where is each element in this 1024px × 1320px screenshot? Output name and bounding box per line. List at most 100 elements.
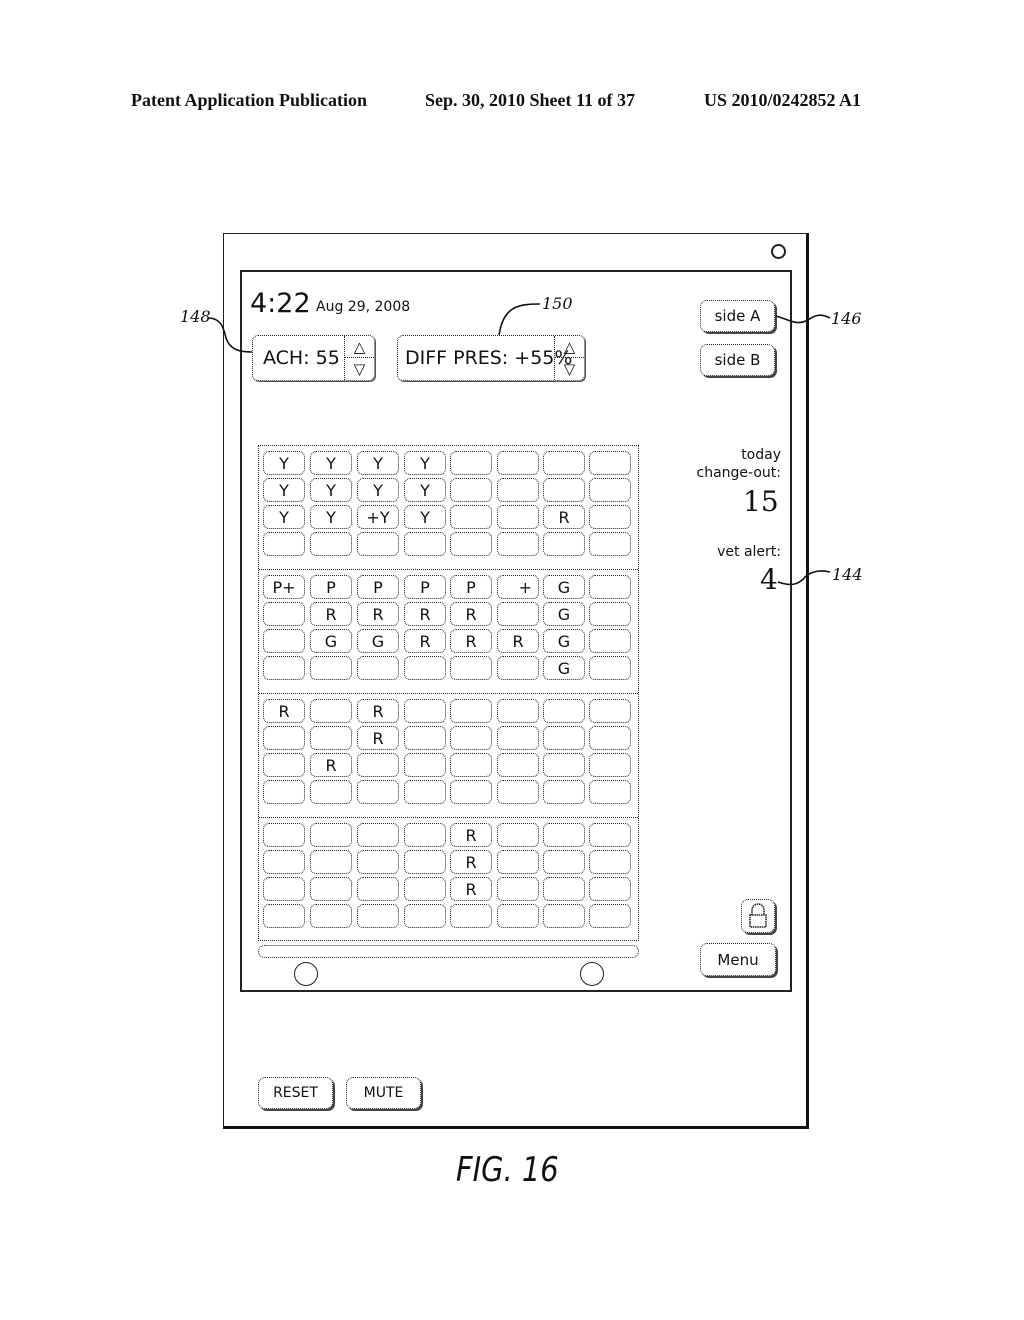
cage-cell[interactable] [357, 753, 399, 777]
cage-cell[interactable]: P [357, 575, 399, 599]
cage-cell[interactable] [263, 904, 305, 928]
cage-cell[interactable] [357, 850, 399, 874]
cage-cell[interactable] [497, 699, 539, 723]
cage-cell[interactable]: R [404, 629, 446, 653]
cage-cell[interactable]: +Y [357, 505, 399, 529]
cage-cell[interactable] [404, 656, 446, 680]
diff-pres-spinner[interactable]: DIFF PRES: +55% △ ▽ [397, 335, 585, 381]
cage-cell[interactable]: R [450, 850, 492, 874]
cage-cell[interactable] [589, 753, 631, 777]
cage-cell[interactable] [450, 699, 492, 723]
cage-cell[interactable] [543, 850, 585, 874]
cage-cell[interactable] [497, 451, 539, 475]
ach-spinner[interactable]: ACH: 55 △ ▽ [252, 335, 375, 381]
side-b-button[interactable]: side B [700, 344, 775, 376]
cage-cell[interactable] [589, 629, 631, 653]
cage-cell[interactable] [310, 780, 352, 804]
cage-cell[interactable] [263, 629, 305, 653]
cage-cell[interactable] [589, 699, 631, 723]
cage-cell[interactable] [357, 532, 399, 556]
cage-cell[interactable]: Y [404, 451, 446, 475]
cage-cell[interactable]: R [450, 823, 492, 847]
cage-cell[interactable] [310, 532, 352, 556]
menu-button[interactable]: Menu [700, 943, 776, 976]
cage-cell[interactable] [357, 780, 399, 804]
cage-cell[interactable] [589, 877, 631, 901]
cage-cell[interactable]: Y [310, 478, 352, 502]
cage-cell[interactable] [263, 780, 305, 804]
cage-cell[interactable] [404, 780, 446, 804]
cage-cell[interactable] [404, 753, 446, 777]
cage-cell[interactable] [589, 726, 631, 750]
cage-cell[interactable] [263, 656, 305, 680]
mute-button[interactable]: MUTE [346, 1077, 421, 1109]
cage-cell[interactable] [450, 505, 492, 529]
cage-cell[interactable]: R [543, 505, 585, 529]
cage-cell[interactable] [263, 823, 305, 847]
cage-cell[interactable]: G [543, 575, 585, 599]
cage-cell[interactable] [450, 656, 492, 680]
cage-cell[interactable] [450, 478, 492, 502]
cage-cell[interactable]: G [543, 602, 585, 626]
cage-cell[interactable] [404, 699, 446, 723]
vet-alert-count[interactable]: 4 [760, 563, 778, 596]
cage-cell[interactable] [497, 602, 539, 626]
cage-cell[interactable] [543, 699, 585, 723]
cage-cell[interactable]: P [310, 575, 352, 599]
cage-cell[interactable] [589, 451, 631, 475]
cage-cell[interactable] [589, 505, 631, 529]
cage-cell[interactable] [310, 904, 352, 928]
cage-cell[interactable] [404, 823, 446, 847]
cage-cell[interactable] [543, 753, 585, 777]
cage-cell[interactable] [404, 850, 446, 874]
cage-cell[interactable]: Y [310, 451, 352, 475]
cage-cell[interactable] [543, 823, 585, 847]
cage-cell[interactable] [357, 656, 399, 680]
cage-cell[interactable]: R [450, 877, 492, 901]
cage-cell[interactable] [589, 780, 631, 804]
cage-cell[interactable] [543, 780, 585, 804]
cage-cell[interactable] [404, 726, 446, 750]
cage-cell[interactable]: R [357, 602, 399, 626]
cage-cell[interactable]: Y [263, 478, 305, 502]
cage-cell[interactable] [543, 904, 585, 928]
cage-cell[interactable] [263, 726, 305, 750]
cage-cell[interactable]: R [357, 726, 399, 750]
cage-cell[interactable] [263, 753, 305, 777]
lock-button[interactable] [741, 899, 775, 933]
cage-cell[interactable]: R [404, 602, 446, 626]
cage-cell[interactable] [357, 823, 399, 847]
cage-cell[interactable] [589, 478, 631, 502]
cage-cell[interactable] [497, 505, 539, 529]
cage-cell[interactable] [497, 753, 539, 777]
cage-cell[interactable]: R [450, 629, 492, 653]
cage-cell[interactable] [263, 532, 305, 556]
cage-cell[interactable] [404, 532, 446, 556]
cage-cell[interactable] [497, 904, 539, 928]
ach-up-arrow-icon[interactable]: △ [345, 336, 374, 358]
cage-cell[interactable] [589, 823, 631, 847]
cage-cell[interactable] [357, 877, 399, 901]
cage-cell[interactable]: + [497, 575, 539, 599]
cage-cell[interactable] [450, 780, 492, 804]
cage-cell[interactable] [450, 451, 492, 475]
cage-cell[interactable]: G [543, 656, 585, 680]
diff-pres-down-arrow-icon[interactable]: ▽ [555, 358, 584, 380]
cage-cell[interactable] [450, 753, 492, 777]
cage-cell[interactable] [450, 726, 492, 750]
cage-cell[interactable] [497, 726, 539, 750]
cage-cell[interactable] [450, 904, 492, 928]
cage-cell[interactable] [589, 575, 631, 599]
cage-cell[interactable] [497, 656, 539, 680]
cage-cell[interactable] [404, 877, 446, 901]
cage-cell[interactable]: R [357, 699, 399, 723]
cage-cell[interactable] [589, 904, 631, 928]
cage-cell[interactable] [543, 726, 585, 750]
cage-cell[interactable] [357, 904, 399, 928]
cage-cell[interactable] [497, 850, 539, 874]
cage-cell[interactable]: R [263, 699, 305, 723]
cage-cell[interactable] [450, 532, 492, 556]
cage-cell[interactable] [310, 823, 352, 847]
cage-cell[interactable]: Y [357, 451, 399, 475]
cage-cell[interactable] [589, 532, 631, 556]
